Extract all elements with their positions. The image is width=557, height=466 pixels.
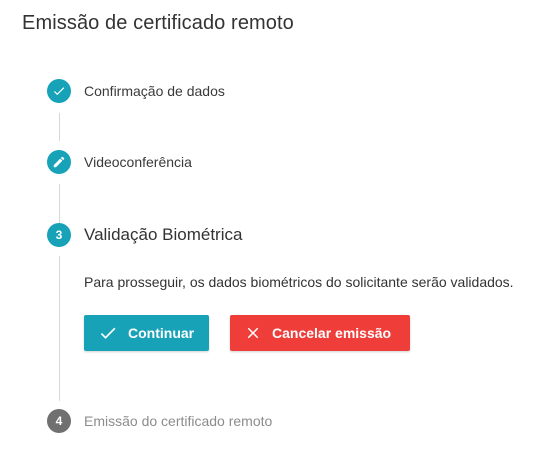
cancel-emission-button[interactable]: Cancelar emissão [230,315,410,351]
step-number-badge: 3 [47,223,71,247]
step-label: Videoconferência [84,154,192,170]
step-connector [59,256,60,401]
check-icon [53,87,65,96]
step-circle-completed [47,79,71,103]
step-connector [59,184,60,223]
close-icon [244,324,262,342]
continue-button[interactable]: Continuar [84,315,209,351]
step-connector [59,113,60,141]
check-icon [98,323,118,343]
continue-button-label: Continuar [128,325,195,341]
pencil-icon [53,156,65,168]
step-label: Validação Biométrica [84,225,243,244]
step-label: Confirmação de dados [84,83,225,99]
step-label: Emissão do certificado remoto [84,413,273,429]
cancel-button-label: Cancelar emissão [272,325,392,341]
step-description: Para prosseguir, os dados biométricos do… [84,274,514,290]
page-title: Emissão de certificado remoto [22,12,294,34]
step-number-badge: 4 [47,409,71,433]
step-circle-editable [47,150,71,174]
